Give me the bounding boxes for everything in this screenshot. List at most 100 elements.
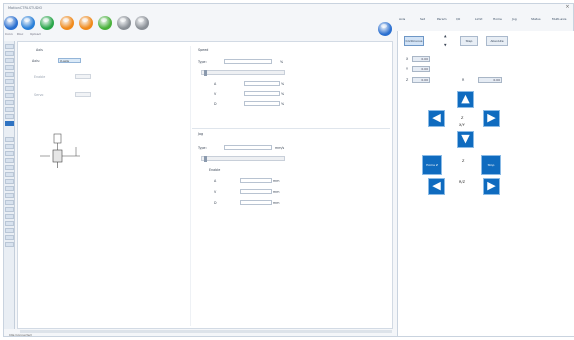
rt-item-multi-axis[interactable]: Multi-axis [552, 17, 566, 21]
stop-button[interactable]: Stop [481, 155, 501, 175]
x-position-label: X [406, 57, 409, 61]
sidebar-item-18[interactable] [5, 179, 14, 184]
sidebar-item-13[interactable] [5, 144, 14, 149]
gray-icon-1[interactable] [117, 16, 131, 30]
orange-icon-1[interactable] [60, 16, 74, 30]
speed-type-input[interactable] [224, 59, 272, 64]
axis-select[interactable]: X-axis [58, 58, 81, 63]
sidebar-item-14[interactable] [5, 151, 14, 156]
sidebar-item-3[interactable] [5, 58, 14, 63]
speed-row-v-input[interactable] [244, 91, 280, 96]
sidebar-item-21[interactable] [5, 200, 14, 205]
close-icon[interactable]: × [564, 4, 571, 11]
help-icon[interactable] [378, 22, 392, 36]
sidebar-item-15[interactable] [5, 158, 14, 163]
sidebar-item-23[interactable] [5, 214, 14, 219]
z-axis-text: Z [461, 116, 464, 120]
sidebar-item-2[interactable] [5, 51, 14, 56]
sidebar-item-19[interactable] [5, 186, 14, 191]
z-axis-text-2: Z [462, 159, 465, 163]
sidebar-item-27[interactable] [5, 242, 14, 247]
sidebar-item-8[interactable] [5, 93, 14, 98]
gray-icon-2[interactable] [135, 16, 149, 30]
rt-item-home[interactable]: Home [493, 17, 502, 21]
enable-label: Enable [34, 75, 46, 79]
sidebar-item-1[interactable] [5, 44, 14, 49]
r-position-field[interactable]: 0.00 [478, 77, 502, 83]
speed-row-d-unit: % [281, 102, 285, 106]
sidebar-item-22[interactable] [5, 207, 14, 212]
connect-icon[interactable] [4, 16, 18, 30]
rt-item-set[interactable]: Set [420, 17, 425, 21]
rotate-right-button[interactable]: ▶ [483, 178, 500, 195]
speed-type-label: Type: [198, 60, 207, 64]
sidebar-item-6[interactable] [5, 79, 14, 84]
speed-title: Speed [198, 48, 209, 52]
jog-slider[interactable] [201, 156, 285, 162]
rt-item-limit[interactable]: Limit [475, 17, 482, 21]
sidebar-item-26[interactable] [5, 235, 14, 240]
jog-row-v-label: V [214, 190, 217, 194]
speed-row-d-input[interactable] [244, 101, 280, 106]
rt-item-axis[interactable]: Axis [399, 17, 405, 21]
motor-diagram [40, 133, 80, 168]
right-toolbar: Axis Set Param I/O Limit Home Jog Status… [397, 13, 574, 29]
jog-left-button[interactable]: ◀ [428, 110, 445, 127]
spinner-down-icon[interactable]: ▼ [444, 43, 447, 47]
jog-row-a-input[interactable] [240, 178, 272, 183]
rotate-left-button[interactable]: ◀ [428, 178, 445, 195]
jog-right-button[interactable]: ▶ [483, 110, 500, 127]
home-z-button[interactable]: Home Z [422, 155, 442, 175]
toolbar-label-disc: Disc [17, 32, 24, 36]
sidebar-item-9[interactable] [5, 100, 14, 105]
sidebar-item-10[interactable] [5, 107, 14, 112]
status-bar-text: Idle Connected [9, 333, 32, 337]
jog-slider-thumb[interactable] [204, 156, 207, 162]
main-toolbar: Conn Disc Upload [4, 13, 394, 41]
sidebar-item-16[interactable] [5, 165, 14, 170]
sidebar-item-active[interactable] [5, 121, 14, 126]
z-position-label: Z [406, 78, 409, 82]
servo-field[interactable] [75, 92, 91, 97]
horizontal-scrollbar[interactable] [20, 330, 392, 333]
jog-up-button[interactable]: ▲ [457, 91, 474, 108]
main-panel: Axis Axis: X-axis Enable Servo Speed Typ… [17, 41, 393, 329]
sidebar-item-17[interactable] [5, 172, 14, 177]
speed-row-v-unit: % [281, 92, 285, 96]
jog-row-d-label: D [214, 201, 217, 205]
z-position-field[interactable]: 0.00 [412, 77, 430, 83]
sidebar-item-5[interactable] [5, 72, 14, 77]
refresh-icon[interactable] [21, 16, 35, 30]
sidebar-item-12[interactable] [5, 137, 14, 142]
sidebar-item-7[interactable] [5, 86, 14, 91]
panel-divider [190, 46, 191, 326]
step-mode-button[interactable]: Step [460, 36, 478, 46]
jog-type-input[interactable] [224, 145, 272, 150]
jog-down-button[interactable]: ▼ [457, 131, 474, 148]
run-icon[interactable] [40, 16, 54, 30]
absolute-mode-button[interactable]: Absolute [486, 36, 508, 46]
sidebar-item-4[interactable] [5, 65, 14, 70]
rt-item-io[interactable]: I/O [456, 17, 460, 21]
sidebar-item-11[interactable] [5, 114, 14, 119]
rt-item-jog[interactable]: Jog [512, 17, 517, 21]
x-position-field[interactable]: 0.00 [412, 56, 430, 62]
y-position-field[interactable]: 0.00 [412, 66, 430, 72]
jog-row-d-input[interactable] [240, 200, 272, 205]
speed-slider-thumb[interactable] [204, 70, 207, 76]
enable-field[interactable] [75, 74, 91, 79]
rt-item-param[interactable]: Param [437, 17, 447, 21]
sidebar-item-25[interactable] [5, 228, 14, 233]
sidebar-item-20[interactable] [5, 193, 14, 198]
rt-item-status[interactable]: Status [531, 17, 541, 21]
continuous-mode-button[interactable]: Continuous [404, 36, 424, 46]
speed-row-a-input[interactable] [244, 81, 280, 86]
title-bar: MotionCTRLSTUDIO × [4, 4, 573, 13]
sidebar-item-24[interactable] [5, 221, 14, 226]
jog-row-v-input[interactable] [240, 189, 272, 194]
orange-icon-2[interactable] [79, 16, 93, 30]
jog-enable-checkbox-label[interactable]: Enable [209, 168, 220, 172]
spinner-up-icon[interactable]: ▲ [444, 34, 447, 38]
green-icon[interactable] [98, 16, 112, 30]
speed-slider[interactable] [201, 70, 285, 76]
